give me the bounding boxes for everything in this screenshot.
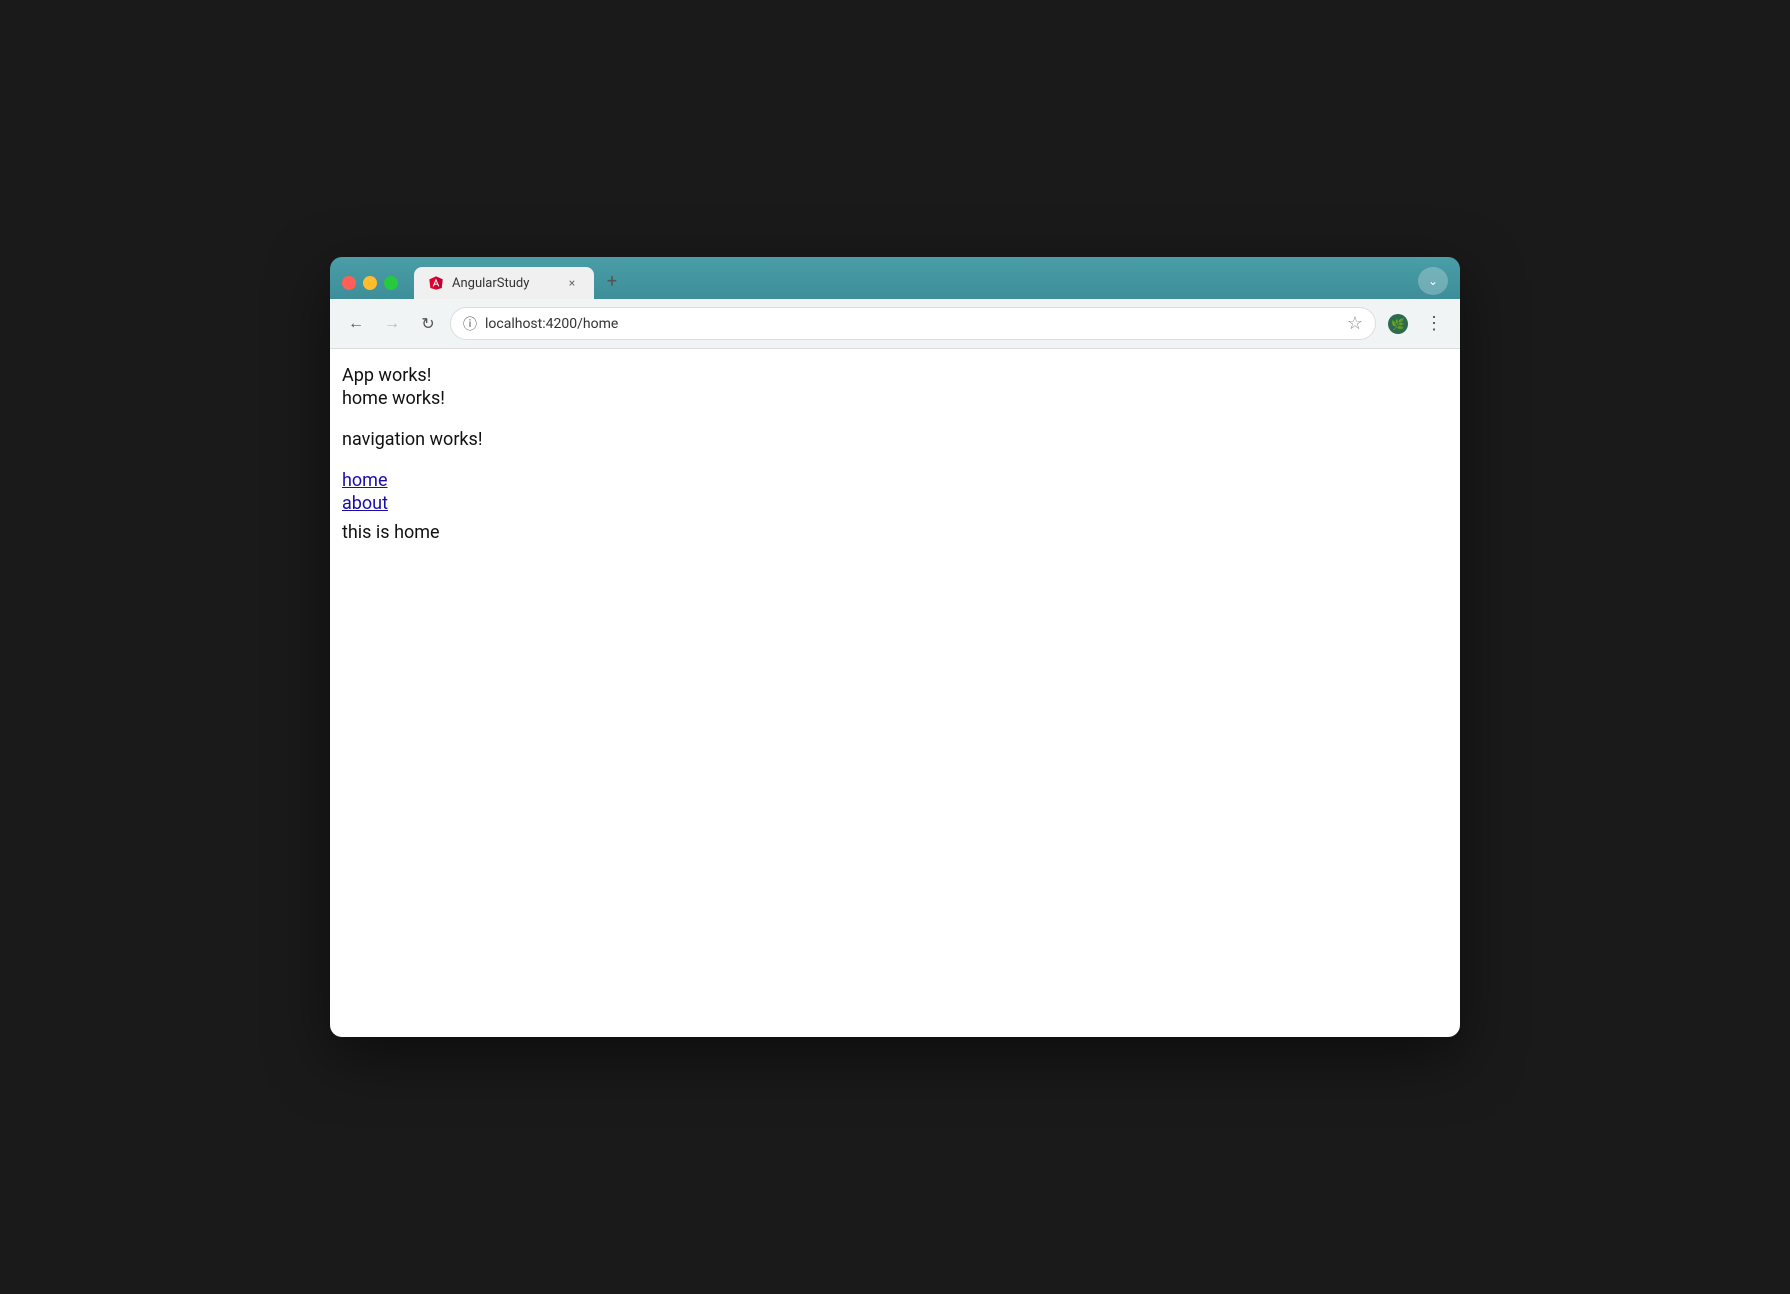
browser-window: AngularStudy × + ⌄ ← → ↻ ⓘ localhost:420… xyxy=(330,257,1460,1037)
window-controls xyxy=(342,276,398,290)
reload-button[interactable]: ↻ xyxy=(414,310,442,338)
info-icon: ⓘ xyxy=(463,314,477,334)
svg-text:🌿: 🌿 xyxy=(1391,318,1405,331)
new-tab-button[interactable]: + xyxy=(598,267,626,295)
maximize-button[interactable] xyxy=(384,276,398,290)
home-link[interactable]: home xyxy=(342,470,1448,491)
back-button[interactable]: ← xyxy=(342,310,370,338)
tab-dropdown-button[interactable]: ⌄ xyxy=(1418,267,1448,295)
title-bar: AngularStudy × + ⌄ xyxy=(330,257,1460,299)
minimize-button[interactable] xyxy=(363,276,377,290)
page-content: App works! home works! navigation works!… xyxy=(330,349,1460,1037)
close-button[interactable] xyxy=(342,276,356,290)
tabs-area: AngularStudy × + xyxy=(414,267,1410,299)
bookmark-star-icon[interactable]: ☆ xyxy=(1347,313,1363,334)
nav-links-container: home about xyxy=(342,470,1448,514)
browser-menu-button[interactable]: ⋮ xyxy=(1420,310,1448,338)
about-link[interactable]: about xyxy=(342,493,1448,514)
page-body-text: this is home xyxy=(342,522,1448,543)
tab-title: AngularStudy xyxy=(452,276,556,291)
active-tab[interactable]: AngularStudy × xyxy=(414,267,594,299)
navigation-bar: ← → ↻ ⓘ localhost:4200/home ☆ 🌿 ⋮ xyxy=(330,299,1460,349)
nav-works-text: navigation works! xyxy=(342,429,1448,450)
forward-button[interactable]: → xyxy=(378,310,406,338)
home-works-text: home works! xyxy=(342,388,1448,409)
app-works-text: App works! xyxy=(342,365,1448,386)
url-text: localhost:4200/home xyxy=(485,316,1339,332)
extension-icon[interactable]: 🌿 xyxy=(1384,310,1412,338)
angular-logo-icon xyxy=(428,275,444,291)
tab-close-button[interactable]: × xyxy=(564,275,580,291)
address-bar[interactable]: ⓘ localhost:4200/home ☆ xyxy=(450,307,1376,340)
